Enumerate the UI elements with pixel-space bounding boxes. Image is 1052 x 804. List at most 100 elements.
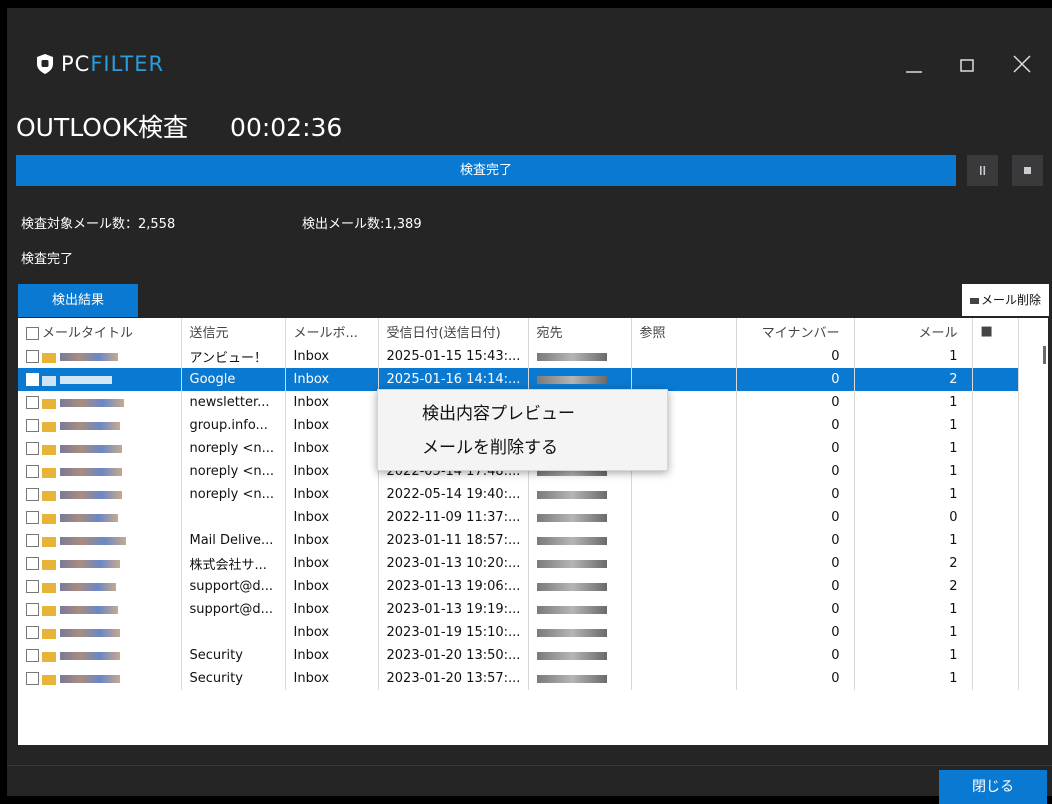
cell-title (18, 552, 182, 575)
row-checkbox[interactable] (26, 350, 39, 363)
table-row[interactable]: Google Inbox 2025-01-16 14:14:... 0 2 (18, 368, 1019, 391)
cell-mail: 2 (854, 575, 973, 598)
table-row[interactable]: noreply <n... Inbox 2022-05-14 19:40:... 0 1 (18, 483, 1019, 506)
stop-button[interactable] (1012, 155, 1043, 186)
redacted-title (60, 628, 120, 637)
col-mynumber-header[interactable]: マイナンバー (736, 318, 855, 345)
row-checkbox[interactable] (26, 534, 39, 547)
redacted-title (60, 444, 122, 453)
row-checkbox[interactable] (26, 649, 39, 662)
col-ref-header[interactable]: 参照 (631, 318, 737, 345)
context-menu: 検出内容プレビュー メールを削除する (377, 389, 668, 471)
row-checkbox[interactable] (26, 396, 39, 409)
cell-title (18, 437, 182, 460)
folder-icon (42, 421, 56, 432)
col-date-header[interactable]: 受信日付(送信日付) (378, 318, 529, 345)
close-button[interactable]: 閉じる (939, 770, 1047, 804)
cell-mynumber: 0 (736, 506, 855, 529)
cell-mynumber: 0 (736, 667, 855, 690)
row-checkbox[interactable] (26, 580, 39, 593)
row-checkbox[interactable] (26, 419, 39, 432)
table-row[interactable]: Mail Delive... Inbox 2023-01-11 18:57:... 0… (18, 529, 1019, 552)
shield-logo-icon (37, 54, 53, 74)
cell-title (18, 368, 182, 391)
folder-icon (42, 674, 56, 685)
col-from-header[interactable]: 送信元 (181, 318, 286, 345)
cell-date: 2023-01-13 19:19:... (378, 598, 529, 621)
elapsed-time: 00:02:36 (230, 113, 343, 142)
cell-title (18, 598, 182, 621)
app-window: PCFILTER OUTLOOK検査 00:02:36 検査完了 検査対象メール数… (7, 8, 1052, 804)
row-checkbox[interactable] (26, 511, 39, 524)
cell-from: noreply <n... (181, 437, 286, 460)
cell-mailbox: Inbox (285, 621, 379, 644)
cell-to (528, 345, 632, 368)
cell-ref (631, 345, 737, 368)
delete-mail-button[interactable]: メール削除 (962, 284, 1049, 316)
results-table[interactable]: メールタイトル 送信元 メールボ... 受信日付(送信日付) 宛先 参照 マイナ… (18, 318, 1048, 745)
logo-suffix: FILTER (90, 52, 165, 76)
row-checkbox[interactable] (26, 672, 39, 685)
row-checkbox[interactable] (26, 465, 39, 478)
col-extra-header[interactable]: ■ (972, 318, 1019, 345)
cell-title (18, 460, 182, 483)
cell-extra (972, 552, 1019, 575)
cell-extra (972, 575, 1019, 598)
redacted-title (60, 674, 120, 683)
col-mailbox-header[interactable]: メールボ... (285, 318, 379, 345)
row-checkbox[interactable] (26, 557, 39, 570)
minimize-button[interactable] (900, 52, 930, 78)
detected-count: 検出メール数:1,389 (302, 217, 422, 232)
cell-mail: 1 (854, 529, 973, 552)
col-title-header[interactable]: メールタイトル (18, 318, 182, 345)
redacted-recipient (536, 628, 607, 637)
folder-icon (42, 467, 56, 478)
table-row[interactable]: Inbox 2022-11-09 11:37:... 0 0 (18, 506, 1019, 529)
col-to-header[interactable]: 宛先 (528, 318, 632, 345)
table-row[interactable]: support@d... Inbox 2023-01-13 19:06:... 0 2 (18, 575, 1019, 598)
cell-mailbox: Inbox (285, 529, 379, 552)
table-row[interactable]: Security Inbox 2023-01-20 13:50:... 0 1 (18, 644, 1019, 667)
menu-item-preview[interactable]: 検出内容プレビュー (378, 398, 667, 430)
maximize-button[interactable] (952, 52, 982, 78)
cell-mailbox: Inbox (285, 414, 379, 437)
status-text: 検査完了 (21, 252, 74, 267)
table-row[interactable]: support@d... Inbox 2023-01-13 19:19:... 0 1 (18, 598, 1019, 621)
vertical-scrollbar[interactable] (1043, 346, 1046, 364)
cell-extra (972, 460, 1019, 483)
cell-mail: 1 (854, 644, 973, 667)
row-checkbox[interactable] (26, 373, 39, 386)
cell-extra (972, 598, 1019, 621)
cell-extra (972, 483, 1019, 506)
cell-ref (631, 368, 737, 391)
table-header: メールタイトル 送信元 メールボ... 受信日付(送信日付) 宛先 参照 マイナ… (18, 318, 1019, 345)
progress-bar: 検査完了 (16, 155, 956, 186)
folder-icon (42, 651, 56, 662)
pause-button[interactable] (967, 155, 998, 186)
redacted-recipient (536, 536, 607, 545)
tab-results[interactable]: 検出結果 (18, 284, 138, 317)
table-row[interactable]: Security Inbox 2023-01-20 13:57:... 0 1 (18, 667, 1019, 690)
cell-mynumber: 0 (736, 414, 855, 437)
row-checkbox[interactable] (26, 626, 39, 639)
table-row[interactable]: Inbox 2023-01-19 15:10:... 0 1 (18, 621, 1019, 644)
close-window-button[interactable] (1007, 52, 1037, 78)
redacted-title (60, 651, 120, 660)
row-checkbox[interactable] (26, 442, 39, 455)
select-all-checkbox[interactable] (26, 327, 39, 340)
col-mail-header[interactable]: メール (854, 318, 973, 345)
redacted-title (60, 421, 120, 430)
row-checkbox[interactable] (26, 488, 39, 501)
row-checkbox[interactable] (26, 603, 39, 616)
cell-from: support@d... (181, 598, 286, 621)
redacted-recipient (536, 582, 607, 591)
folder-icon (42, 375, 56, 386)
menu-item-delete[interactable]: メールを削除する (378, 432, 667, 464)
cell-mail: 1 (854, 391, 973, 414)
table-row[interactable]: アンビュー！ Inbox 2025-01-15 15:43:... 0 1 (18, 345, 1019, 368)
cell-title (18, 621, 182, 644)
cell-to (528, 598, 632, 621)
cell-mail: 2 (854, 552, 973, 575)
table-row[interactable]: 株式会社サ... Inbox 2023-01-13 10:20:... 0 2 (18, 552, 1019, 575)
redacted-recipient (536, 651, 607, 660)
